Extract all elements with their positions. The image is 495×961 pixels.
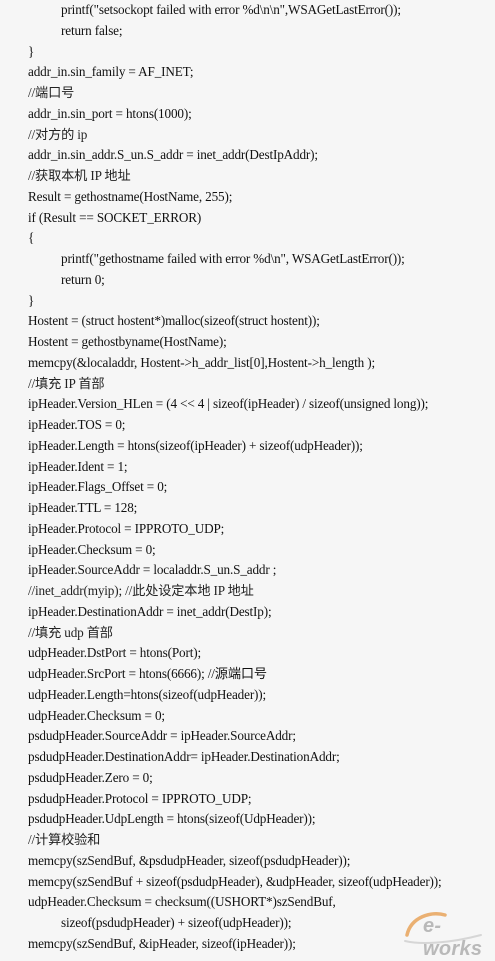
code-line: udpHeader.Checksum = 0; — [28, 707, 165, 723]
code-line: psdudpHeader.Protocol = IPPROTO_UDP; — [28, 790, 252, 806]
e-works-watermark-logo: e-works — [401, 905, 489, 960]
code-line: Hostent = (struct hostent*)malloc(sizeof… — [28, 313, 320, 329]
code-line: udpHeader.Length=htons(sizeof(udpHeader)… — [28, 686, 267, 702]
code-line: printf("gethostname failed with error %d… — [61, 251, 405, 266]
code-line: //填充 IP 首部 — [28, 375, 105, 391]
watermark-text: e-works — [423, 915, 483, 960]
code-line: psdudpHeader.Zero = 0; — [28, 769, 153, 785]
code-line: } — [28, 43, 35, 59]
code-line: ipHeader.Checksum = 0; — [28, 541, 156, 557]
code-line: udpHeader.SrcPort = htons(6666); //源端口号 — [28, 666, 267, 681]
code-line: //填充 udp 首部 — [28, 624, 113, 640]
code-line: } — [28, 292, 35, 308]
code-line: ipHeader.SourceAddr = localaddr.S_un.S_a… — [28, 562, 277, 578]
code-line: //对方的 ip — [28, 126, 88, 142]
code-line: printf("setsockopt failed with error %d\… — [61, 2, 401, 17]
code-line: addr_in.sin_port = htons(1000); — [28, 105, 192, 121]
code-line: addr_in.sin_addr.S_un.S_addr = inet_addr… — [28, 147, 318, 163]
code-line: udpHeader.Checksum = checksum((USHORT*)s… — [28, 894, 336, 910]
code-line: ipHeader.Version_HLen = (4 << 4 | sizeof… — [28, 396, 429, 412]
code-line: Hostent = gethostbyname(HostName); — [28, 334, 227, 349]
code-line: ipHeader.TTL = 128; — [28, 500, 138, 515]
code-line: memcpy(szSendBuf, &psdudpHeader, sizeof(… — [28, 852, 351, 868]
code-line: Result = gethostname(HostName, 255); — [28, 188, 233, 204]
code-line: ipHeader.DestinationAddr = inet_addr(Des… — [28, 603, 272, 619]
code-line: ipHeader.Flags_Offset = 0; — [28, 479, 168, 495]
code-line: memcpy(szSendBuf + sizeof(psdudpHeader),… — [28, 873, 442, 889]
code-line: ipHeader.Length = htons(sizeof(ipHeader)… — [28, 437, 363, 453]
code-line: udpHeader.DstPort = htons(Port); — [28, 645, 201, 661]
code-line: sizeof(psdudpHeader) + sizeof(udpHeader)… — [61, 915, 292, 930]
code-line: ipHeader.Ident = 1; — [28, 458, 128, 474]
code-line: //inet_addr(myip); //此处设定本地 IP 地址 — [28, 583, 254, 598]
code-line: ipHeader.Protocol = IPPROTO_UDP; — [28, 520, 225, 536]
code-line: //端口号 — [28, 85, 75, 100]
code-line: { — [28, 230, 35, 246]
code-line: addr_in.sin_family = AF_INET; — [28, 64, 194, 80]
code-line: memcpy(&localaddr, Hostent->h_addr_list[… — [28, 354, 375, 370]
code-line: memcpy(szSendBuf, &ipHeader, sizeof(ipHe… — [28, 935, 296, 951]
code-line: psdudpHeader.UdpLength = htons(sizeof(Ud… — [28, 811, 316, 827]
code-line: psdudpHeader.SourceAddr = ipHeader.Sourc… — [28, 728, 296, 744]
code-line: ipHeader.TOS = 0; — [28, 417, 126, 432]
code-line: if (Result == SOCKET_ERROR) — [28, 209, 202, 225]
code-line: //获取本机 IP 地址 — [28, 168, 131, 183]
code-line: //计算校验和 — [28, 832, 101, 847]
code-line: return false; — [61, 22, 123, 38]
code-line: return 0; — [61, 271, 105, 287]
code-line: psdudpHeader.DestinationAddr= ipHeader.D… — [28, 749, 340, 764]
